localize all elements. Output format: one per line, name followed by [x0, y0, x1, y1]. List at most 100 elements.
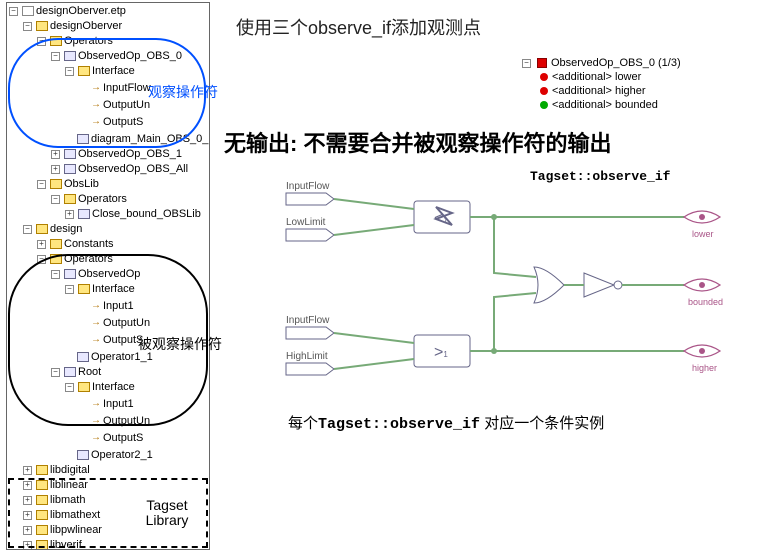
tree-label: InputFlow	[103, 81, 151, 95]
folder-icon	[36, 540, 48, 550]
tree-leaf[interactable]: →OutputS	[79, 431, 143, 445]
output-arrow-icon: →	[91, 117, 101, 127]
annotation-observed-op-label: 被观察操作符	[138, 334, 222, 354]
collapse-icon[interactable]: −	[65, 285, 74, 294]
diagram-icon	[77, 450, 89, 460]
tree-item[interactable]: − ObsLib	[37, 177, 99, 191]
folder-icon	[50, 239, 62, 249]
collapse-icon[interactable]: −	[51, 195, 60, 204]
tree-leaf[interactable]: →OutputS	[79, 115, 143, 129]
tree-label: Operator2_1	[91, 448, 153, 462]
tree-label: ObservedOp_OBS_0	[78, 49, 182, 63]
collapse-icon[interactable]: −	[37, 180, 46, 189]
tree-root[interactable]: − designOberver.etp	[9, 4, 126, 18]
tree-item[interactable]: − Interface	[65, 282, 135, 296]
folder-icon	[36, 495, 48, 505]
tree-item[interactable]: +libpwlinear	[23, 523, 102, 537]
eye-icon-higher: higher	[684, 345, 720, 373]
collapse-icon[interactable]: −	[9, 7, 18, 16]
tree-item[interactable]: − Operators	[51, 192, 127, 206]
expand-icon[interactable]: +	[65, 210, 74, 219]
tree-item[interactable]: +Constants	[37, 237, 114, 251]
tree-label: Interface	[92, 64, 135, 78]
folder-icon	[36, 510, 48, 520]
port-inputflow-1: InputFlow	[286, 181, 330, 192]
expand-icon[interactable]: +	[23, 511, 32, 520]
expand-icon[interactable]: +	[51, 150, 60, 159]
expand-icon[interactable]: +	[51, 165, 60, 174]
tree-leaf[interactable]: →Input1	[79, 299, 134, 313]
tree-label: libverif	[50, 538, 82, 550]
svg-text:higher: higher	[692, 363, 717, 373]
tree-leaf[interactable]: diagram_Main_OBS_0_1	[65, 132, 210, 146]
expand-icon[interactable]: +	[23, 526, 32, 535]
folder-icon	[50, 254, 62, 264]
tree-leaf[interactable]: →OutputUn	[79, 414, 150, 428]
tree-label: Close_bound_OBSLib	[92, 207, 201, 221]
status-dot-red-icon	[540, 73, 548, 81]
folder-icon	[78, 382, 90, 392]
tree-item[interactable]: + libdigital	[23, 463, 90, 477]
tree-label: Interface	[92, 380, 135, 394]
tree-item[interactable]: − Operators	[37, 34, 113, 48]
collapse-icon[interactable]: −	[51, 368, 60, 377]
tree-label: design	[50, 222, 82, 236]
tree-item[interactable]: +liblinear	[23, 478, 88, 492]
tree-item[interactable]: − Root	[51, 365, 101, 379]
tree-label: designOberver	[50, 19, 122, 33]
tree-item[interactable]: +libmath	[23, 493, 85, 507]
collapse-icon[interactable]: −	[37, 37, 46, 46]
tree-item[interactable]: − design	[23, 222, 82, 236]
tree-item[interactable]: + libverif	[23, 538, 82, 550]
eye-icon-lower: lower	[684, 211, 720, 239]
svg-text:lower: lower	[692, 229, 714, 239]
legend-higher-label: <additional> higher	[552, 84, 646, 98]
tree-item[interactable]: − Interface	[65, 64, 135, 78]
expand-icon[interactable]: +	[23, 481, 32, 490]
or-gate	[534, 267, 564, 303]
tree-label: Operators	[64, 252, 113, 266]
tree-label: diagram_Main_OBS_0_1	[91, 132, 210, 146]
tree-leaf[interactable]: →OutputS	[79, 333, 143, 347]
tree-item[interactable]: − designOberver	[23, 19, 122, 33]
expand-icon[interactable]: +	[23, 466, 32, 475]
expand-icon[interactable]: +	[37, 240, 46, 249]
collapse-icon[interactable]: −	[23, 225, 32, 234]
tree-leaf[interactable]: Operator2_1	[65, 448, 153, 462]
diagram-icon	[77, 352, 89, 362]
collapse-icon[interactable]: −	[65, 383, 74, 392]
circuit-diagram: InputFlow LowLimit InputFlow HighLimit <…	[284, 165, 754, 385]
output-arrow-icon: →	[91, 100, 101, 110]
port-lowlimit: LowLimit	[286, 217, 326, 228]
legend-observed-tree: −ObservedOp_OBS_0 (1/3) <additional> low…	[522, 56, 681, 112]
tree-leaf[interactable]: →Input1	[79, 397, 134, 411]
tree-label: OutputUn	[103, 414, 150, 428]
tree-label: OutputUn	[103, 316, 150, 330]
tree-item[interactable]: − Operators	[37, 252, 113, 266]
tree-leaf[interactable]: →InputFlow	[79, 81, 151, 95]
tree-item[interactable]: − ObservedOp_OBS_0	[51, 49, 182, 63]
heading-add-observe-points: 使用三个observe_if添加观测点	[236, 14, 481, 40]
operator-icon	[64, 164, 76, 174]
tree-item[interactable]: − Interface	[65, 380, 135, 394]
tree-item[interactable]: +libmathext	[23, 508, 100, 522]
collapse-icon[interactable]: −	[23, 22, 32, 31]
tree-item[interactable]: +ObservedOp_OBS_All	[51, 162, 188, 176]
tree-label: libdigital	[50, 463, 90, 477]
expand-icon[interactable]: +	[23, 541, 32, 550]
tree-item[interactable]: +ObservedOp_OBS_1	[51, 147, 182, 161]
tree-leaf[interactable]: →OutputUn	[79, 98, 150, 112]
not-gate	[584, 273, 622, 297]
expand-icon[interactable]: +	[23, 496, 32, 505]
tree-label: designOberver.etp	[36, 4, 126, 18]
collapse-icon[interactable]: −	[65, 67, 74, 76]
folder-icon	[64, 194, 76, 204]
collapse-icon[interactable]: −	[37, 255, 46, 264]
port-highlimit: HighLimit	[286, 351, 328, 362]
collapse-icon[interactable]: −	[51, 270, 60, 279]
tree-leaf[interactable]: →OutputUn	[79, 316, 150, 330]
collapse-icon[interactable]: −	[51, 52, 60, 61]
tree-item[interactable]: − ObservedOp	[51, 267, 140, 281]
tree-item[interactable]: + Close_bound_OBSLib	[65, 207, 201, 221]
folder-icon	[36, 525, 48, 535]
